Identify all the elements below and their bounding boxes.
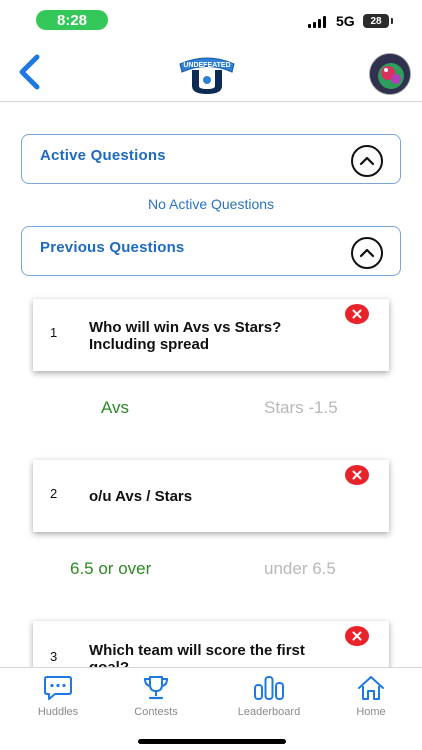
previous-collapse-button[interactable] (351, 237, 383, 269)
tab-label: Home (356, 706, 386, 718)
answer-option[interactable]: 6.5 or over (70, 559, 151, 579)
nav-header: UNDEFEATED (0, 44, 422, 102)
tab-home[interactable]: Home (326, 674, 416, 720)
close-icon (352, 309, 362, 319)
answer-option[interactable]: Avs (101, 398, 129, 418)
active-collapse-button[interactable] (351, 145, 383, 177)
chevron-up-icon (359, 248, 375, 258)
question-number: 3 (50, 649, 58, 664)
app-logo: UNDEFEATED (176, 50, 238, 96)
tab-label: Leaderboard (237, 706, 301, 718)
avatar[interactable] (369, 53, 411, 95)
question-text: Which team will score the first goal? (89, 642, 305, 667)
close-icon (352, 631, 362, 641)
tab-label: Contests (134, 706, 178, 718)
chat-bubble-icon (42, 674, 74, 702)
answer-option[interactable]: under 6.5 (264, 559, 336, 579)
network-label: 5G (336, 13, 355, 29)
home-indicator (138, 739, 286, 744)
delete-question-button[interactable] (345, 465, 369, 485)
close-icon (352, 470, 362, 480)
tab-leaderboard[interactable]: Leaderboard (224, 674, 314, 720)
tab-contests[interactable]: Contests (111, 674, 201, 720)
trophy-icon (140, 674, 172, 702)
logo-text: UNDEFEATED (183, 62, 230, 69)
bar-chart-icon (253, 674, 285, 702)
previous-questions-title: Previous Questions (40, 239, 185, 256)
tab-huddles[interactable]: Huddles (13, 674, 103, 720)
no-active-questions-text: No Active Questions (147, 196, 275, 212)
home-icon (355, 674, 387, 702)
tab-label: Huddles (37, 706, 79, 718)
previous-questions-header[interactable]: Previous Questions (21, 226, 401, 276)
user-avatar (370, 54, 410, 94)
status-time: 8:28 (36, 10, 108, 30)
tab-bar: Huddles Contests Leaderboard Home (0, 667, 422, 750)
status-bar: 8:28 5G 28 (0, 0, 422, 44)
question-card: 2 o/u Avs / Stars (33, 460, 389, 532)
back-button[interactable] (12, 52, 46, 92)
delete-question-button[interactable] (345, 626, 369, 646)
chevron-up-icon (359, 156, 375, 166)
active-questions-header[interactable]: Active Questions (21, 134, 401, 184)
question-number: 1 (50, 325, 58, 340)
battery-icon: 28 (363, 14, 393, 28)
answer-option[interactable]: Stars -1.5 (264, 398, 338, 418)
questions-content[interactable]: Active Questions No Active Questions Pre… (0, 103, 422, 667)
signal-icon (308, 16, 328, 28)
question-text: o/u Avs / Stars (89, 488, 193, 505)
question-number: 2 (50, 486, 58, 501)
question-card: 3 Which team will score the first goal? (33, 621, 389, 667)
active-questions-title: Active Questions (40, 147, 166, 164)
chevron-left-icon (19, 54, 40, 90)
question-text: Who will win Avs vs Stars? Including spr… (89, 319, 282, 353)
delete-question-button[interactable] (345, 304, 369, 324)
question-card: 1 Who will win Avs vs Stars? Including s… (33, 299, 389, 371)
